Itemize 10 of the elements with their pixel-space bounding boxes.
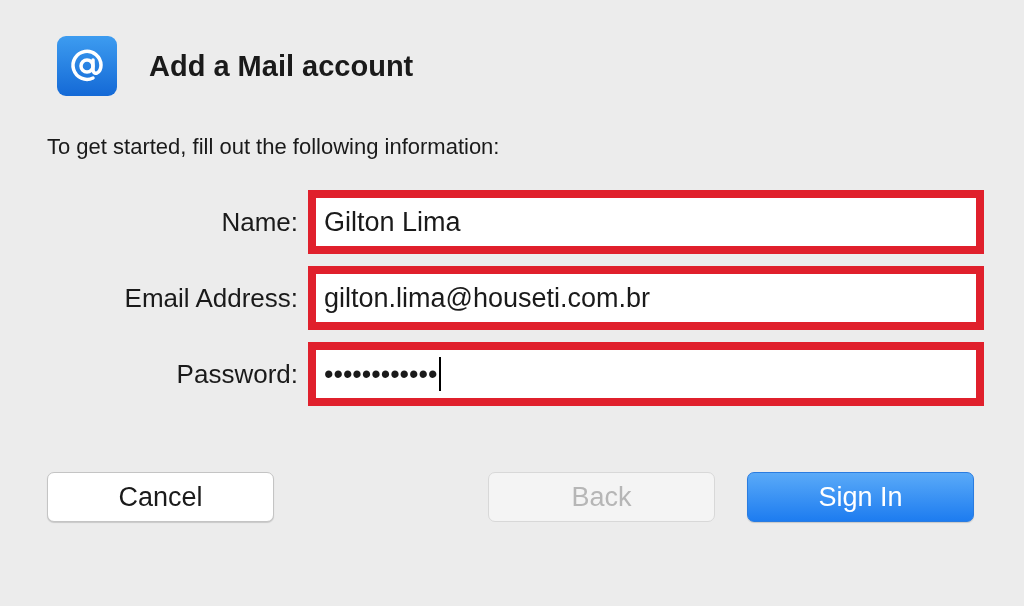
dialog-title: Add a Mail account [149, 49, 414, 83]
instructions-text: To get started, fill out the following information: [47, 134, 501, 160]
input-field[interactable]: Gilton Lima [316, 198, 976, 246]
field-label: Password: [175, 358, 299, 390]
dialog-button[interactable]: Cancel [47, 472, 274, 522]
input-field[interactable]: gilton.lima@houseti.com.br [316, 274, 976, 322]
at-sign-icon [57, 36, 117, 96]
field-label: Name: [220, 206, 299, 238]
field-label: Email Address: [123, 282, 299, 314]
input-field[interactable]: •••••••••••• [316, 350, 976, 398]
